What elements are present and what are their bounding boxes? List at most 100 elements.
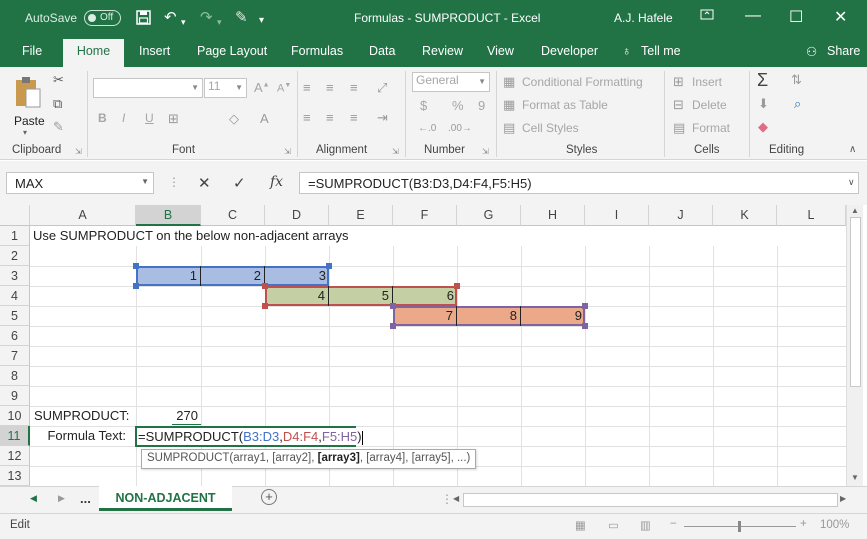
- column-header[interactable]: C: [201, 205, 265, 226]
- select-all-corner[interactable]: [0, 205, 30, 226]
- zoom-in-icon[interactable]: +: [800, 518, 807, 530]
- increase-decimal-icon[interactable]: ←.0: [418, 123, 436, 134]
- tab-data[interactable]: Data: [369, 44, 395, 58]
- cell-styles-button[interactable]: Cell Styles: [522, 121, 579, 135]
- orientation-icon[interactable]: ⤢: [377, 80, 387, 96]
- cell-c3[interactable]: 2: [201, 266, 265, 286]
- page-break-view-icon[interactable]: ▥: [640, 518, 651, 532]
- scroll-up-icon[interactable]: ▲: [851, 206, 859, 215]
- save-icon[interactable]: [136, 10, 151, 29]
- cell-a1[interactable]: Use SUMPRODUCT on the below non-adjacent…: [31, 226, 846, 246]
- redo-icon[interactable]: ↷: [200, 10, 213, 26]
- align-top-icon[interactable]: ≡: [303, 80, 311, 95]
- cell-a10[interactable]: SUMPRODUCT:: [31, 406, 136, 426]
- row-header[interactable]: 5: [0, 306, 30, 326]
- row-header[interactable]: 4: [0, 286, 30, 306]
- tab-view[interactable]: View: [487, 44, 514, 58]
- number-launcher-icon[interactable]: ⇲: [482, 147, 489, 156]
- more-sheets-button[interactable]: ...: [80, 491, 91, 506]
- row-header[interactable]: 3: [0, 266, 30, 286]
- font-color-icon[interactable]: A: [260, 111, 269, 126]
- row-header[interactable]: 13: [0, 466, 30, 486]
- fill-icon[interactable]: ⬇: [758, 96, 769, 112]
- find-select-icon[interactable]: ⌕: [794, 96, 801, 112]
- next-sheet-icon[interactable]: ▶: [58, 493, 65, 504]
- tab-review[interactable]: Review: [422, 44, 463, 58]
- insert-cells-button[interactable]: Insert: [692, 75, 722, 89]
- range-handle[interactable]: [582, 303, 588, 309]
- column-header[interactable]: G: [457, 205, 521, 226]
- format-painter-icon[interactable]: ✎: [53, 119, 64, 135]
- formula-edit-text[interactable]: =SUMPRODUCT(B3:D3,D4:F4,F5:H5): [138, 427, 363, 447]
- cell-e4[interactable]: 5: [329, 286, 393, 306]
- normal-view-icon[interactable]: ▦: [575, 518, 586, 532]
- column-header[interactable]: L: [777, 205, 846, 226]
- scroll-down-icon[interactable]: ▼: [851, 473, 859, 482]
- column-header[interactable]: A: [30, 205, 136, 226]
- brush-icon[interactable]: ✎: [235, 10, 248, 26]
- maximize-icon[interactable]: ☐: [789, 7, 803, 27]
- horizontal-scroll-thumb[interactable]: [463, 493, 838, 507]
- function-tooltip[interactable]: SUMPRODUCT(array1, [array2], [array3], […: [141, 449, 477, 469]
- share-button[interactable]: Share: [827, 44, 860, 58]
- format-cells-button[interactable]: Format: [692, 121, 730, 135]
- font-launcher-icon[interactable]: ⇲: [284, 147, 291, 156]
- conditional-formatting-button[interactable]: Conditional Formatting: [522, 75, 643, 89]
- cell-d3[interactable]: 3: [265, 266, 329, 286]
- format-as-table-button[interactable]: Format as Table: [522, 98, 608, 112]
- column-header[interactable]: D: [265, 205, 329, 226]
- scroll-thumb[interactable]: [850, 217, 861, 387]
- expand-formula-bar-icon[interactable]: ∨: [848, 177, 855, 188]
- column-header[interactable]: E: [329, 205, 393, 226]
- page-layout-view-icon[interactable]: ▭: [608, 518, 619, 532]
- tab-home[interactable]: Home: [63, 39, 124, 67]
- column-header[interactable]: K: [713, 205, 777, 226]
- comma-button[interactable]: 9: [478, 98, 485, 113]
- undo-dropdown-icon[interactable]: ▾: [181, 14, 186, 30]
- align-middle-icon[interactable]: ≡: [326, 80, 334, 95]
- name-box[interactable]: MAX ▼: [6, 172, 154, 194]
- collapse-ribbon-icon[interactable]: ∧: [849, 144, 856, 155]
- tab-formulas[interactable]: Formulas: [291, 44, 343, 58]
- sort-filter-icon[interactable]: ⇅: [791, 72, 802, 88]
- row-header[interactable]: 1: [0, 226, 30, 246]
- copy-icon[interactable]: ⧉: [53, 96, 62, 112]
- cancel-icon[interactable]: ✕: [198, 174, 211, 192]
- zoom-out-icon[interactable]: −: [670, 518, 677, 530]
- redo-dropdown-icon[interactable]: ▾: [217, 14, 222, 30]
- tab-file[interactable]: File: [22, 44, 42, 58]
- fill-color-icon[interactable]: ◇: [229, 111, 239, 127]
- cell-f5[interactable]: 7: [393, 306, 457, 326]
- autosum-icon[interactable]: Σ: [757, 70, 768, 91]
- cell-a11[interactable]: Formula Text:: [31, 426, 136, 446]
- column-header[interactable]: J: [649, 205, 713, 226]
- insert-function-icon[interactable]: fx: [270, 174, 283, 190]
- autosave-toggle[interactable]: Off: [84, 10, 121, 26]
- number-format-dropdown[interactable]: General ▼: [412, 72, 490, 92]
- row-header[interactable]: 2: [0, 246, 30, 266]
- currency-button[interactable]: $: [420, 98, 427, 113]
- range-handle[interactable]: [454, 283, 460, 289]
- align-right-icon[interactable]: ≡: [350, 110, 358, 125]
- zoom-level[interactable]: 100%: [820, 519, 849, 531]
- range-handle[interactable]: [326, 263, 332, 269]
- row-header[interactable]: 8: [0, 366, 30, 386]
- grow-font-icon[interactable]: A▲: [254, 80, 270, 95]
- delete-cells-button[interactable]: Delete: [692, 98, 727, 112]
- cut-icon[interactable]: ✂: [53, 72, 64, 88]
- scroll-left-icon[interactable]: ◀: [453, 494, 459, 503]
- vertical-scrollbar[interactable]: ▲ ▼: [846, 205, 863, 486]
- row-header[interactable]: 9: [0, 386, 30, 406]
- range-handle[interactable]: [582, 323, 588, 329]
- column-header[interactable]: I: [585, 205, 649, 226]
- row-header[interactable]: 7: [0, 346, 30, 366]
- align-left-icon[interactable]: ≡: [303, 110, 311, 125]
- cell-b10[interactable]: 270: [136, 406, 201, 426]
- alignment-launcher-icon[interactable]: ⇲: [392, 147, 399, 156]
- customize-toolbar-icon[interactable]: ▾: [259, 13, 264, 29]
- range-handle[interactable]: [133, 283, 139, 289]
- tab-insert[interactable]: Insert: [139, 44, 170, 58]
- tab-page-layout[interactable]: Page Layout: [197, 44, 267, 58]
- range-handle[interactable]: [262, 303, 268, 309]
- cell-d4[interactable]: 4: [265, 286, 329, 306]
